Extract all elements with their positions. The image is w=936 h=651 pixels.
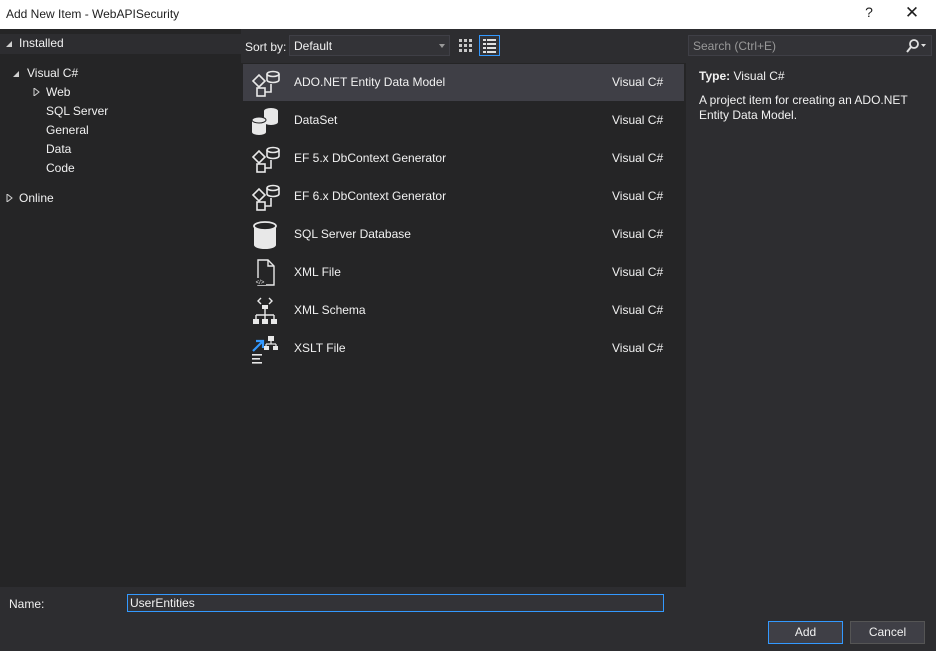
medium-icons-view-button[interactable] [455,35,476,56]
template-description: A project item for creating an ADO.NET E… [699,93,908,122]
template-language: Visual C# [612,341,664,355]
help-button[interactable]: ? [862,4,876,24]
template-language: Visual C# [612,227,664,241]
template-language: Visual C# [612,189,664,203]
search-icon[interactable] [905,38,927,54]
collapsed-arrow-icon [33,88,40,96]
type-value: Visual C# [733,69,785,83]
tree-item-online-label: Online [19,191,54,205]
svg-text:</>: </> [256,280,265,286]
template-name: XML Schema [294,303,366,317]
tree-item-code[interactable]: Code [46,159,75,178]
template-row[interactable]: EF 5.x DbContext Generator Visual C# [243,140,684,177]
database-icon [253,221,277,249]
expanded-arrow-icon [13,71,19,77]
template-list: ADO.NET Entity Data Model Visual C# Data… [241,63,686,587]
template-row[interactable]: XML Schema Visual C# [243,292,684,329]
template-name: EF 5.x DbContext Generator [294,151,447,165]
tree-item-visual-csharp-label: Visual C# [27,66,79,80]
template-language: Visual C# [612,75,664,89]
template-type: Type: Visual C# [699,69,785,83]
tree-item-web-label: Web [46,85,71,99]
ef-generator-icon [251,184,280,211]
template-name: XML File [294,265,341,279]
list-view-icon [483,39,496,53]
close-button[interactable]: ✕ [902,3,922,25]
expanded-arrow-icon [6,41,12,47]
template-row[interactable]: SQL Server Database Visual C# [243,216,684,253]
collapsed-arrow-icon [6,194,13,202]
template-language: Visual C# [612,265,664,279]
category-tree: Installed Visual C# Web SQL Server Gener… [0,29,241,587]
tree-item-general[interactable]: General [46,121,89,140]
ef-generator-icon [251,146,280,173]
tree-item-installed[interactable]: Installed [0,34,241,54]
search-box[interactable]: Search (Ctrl+E) [688,35,932,56]
sort-by-label: Sort by: [245,40,287,54]
entity-model-icon [251,70,280,97]
xslt-file-icon [252,336,278,364]
template-row[interactable]: </> XML File Visual C# [243,254,684,291]
template-row[interactable]: XSLT File Visual C# [243,330,684,367]
add-button[interactable]: Add [768,621,843,644]
list-view-button[interactable] [479,35,500,56]
bottom-form: Name: Add Cancel [0,587,936,651]
name-field[interactable] [127,594,664,612]
search-input[interactable]: Search (Ctrl+E) [693,39,776,53]
title-bar: Add New Item - WebAPISecurity ? ✕ [0,0,936,29]
sort-toolbar: Sort by: Default [241,29,686,63]
template-name: XSLT File [294,341,346,355]
template-row[interactable]: ADO.NET Entity Data Model Visual C# [243,64,684,101]
template-name: EF 6.x DbContext Generator [294,189,447,203]
sort-by-value: Default [294,39,333,53]
template-language: Visual C# [612,303,664,317]
xml-schema-icon [253,297,277,324]
template-name: ADO.NET Entity Data Model [294,75,446,89]
sort-by-select[interactable]: Default [289,35,450,56]
grid-view-icon [459,39,472,52]
window-title: Add New Item - WebAPISecurity [6,7,180,21]
template-language: Visual C# [612,151,664,165]
template-name: DataSet [294,113,338,127]
tree-item-data[interactable]: Data [46,140,71,159]
name-label: Name: [9,597,45,611]
chevron-down-icon [439,44,445,48]
xml-file-icon: </> [254,259,275,286]
template-row[interactable]: DataSet Visual C# [243,102,684,139]
cancel-button[interactable]: Cancel [850,621,925,644]
tree-item-installed-label: Installed [19,36,64,50]
details-panel: Search (Ctrl+E) Type: Visual C# A projec… [686,29,936,587]
dataset-icon [251,108,278,135]
type-label: Type: [699,69,731,83]
template-language: Visual C# [612,113,664,127]
template-name: SQL Server Database [294,227,411,241]
template-row[interactable]: EF 6.x DbContext Generator Visual C# [243,178,684,215]
tree-item-sql-server[interactable]: SQL Server [46,102,108,121]
